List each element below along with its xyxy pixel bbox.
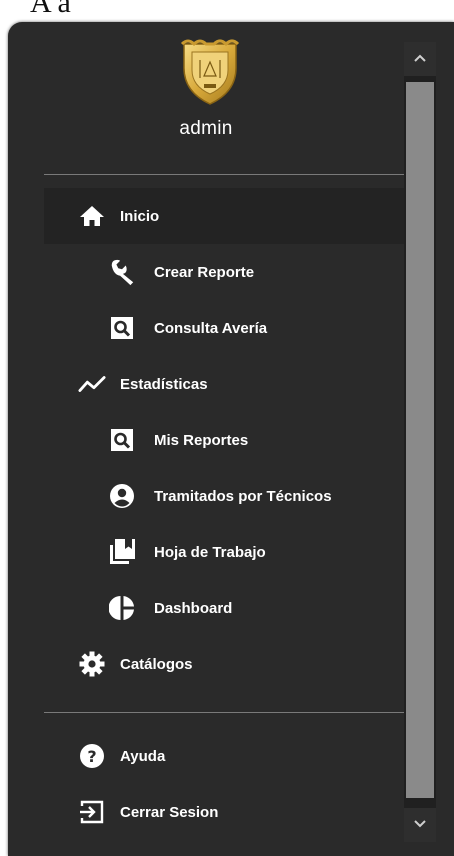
scroll-up-button[interactable] [404,42,436,76]
menu-item-label: Hoja de Trabajo [154,543,266,561]
logout-icon [78,798,106,826]
menu-item-cerrar-sesion[interactable]: Cerrar Sesion [44,784,404,840]
navigation-drawer: admin Inicio Crear Reporte Consulta Aver… [8,22,454,856]
menu-item-consulta-averia[interactable]: Consulta Avería [44,300,404,356]
username: admin [179,118,233,139]
scroll-down-button[interactable] [404,808,436,842]
background-title: A á [30,0,71,19]
menu-item-label: Consulta Avería [154,319,268,337]
menu-item-label: Mis Reportes [154,431,249,449]
menu-item-inicio[interactable]: Inicio [44,188,404,244]
home-icon [78,202,106,230]
menu-item-hoja-de-trabajo[interactable]: Hoja de Trabajo [44,524,404,580]
search-document-icon [108,426,136,454]
menu-item-estadisticas[interactable]: Estadísticas [44,356,404,412]
menu-item-mis-reportes[interactable]: Mis Reportes [44,412,404,468]
user-profile: admin [8,22,404,174]
chevron-up-icon [413,50,427,68]
help-circle-icon: ? [78,742,106,770]
profile-divider [44,174,404,175]
trend-line-icon [78,370,106,398]
menu-item-catalogos[interactable]: Catálogos [44,636,404,692]
library-bookmark-icon [108,538,136,566]
scrollbar-thumb[interactable] [406,82,434,798]
menu-item-label: Catálogos [120,655,193,673]
menu-item-label: Crear Reporte [154,263,255,281]
gear-icon [78,650,106,678]
footer-divider [44,712,404,713]
chevron-down-icon [413,816,427,834]
menu-item-label: Inicio [120,207,160,225]
wrench-icon [108,258,136,286]
police-badge-icon [180,39,240,105]
menu-item-tramitados-por-tecnicos[interactable]: Tramitados por Técnicos [44,468,404,524]
account-circle-icon [108,482,136,510]
menu-item-label: Cerrar Sesion [120,803,219,821]
menu-item-ayuda[interactable]: ? Ayuda [44,728,404,784]
menu-item-label: Ayuda [120,747,166,765]
menu-item-dashboard[interactable]: Dashboard [44,580,404,636]
pie-chart-icon [108,594,136,622]
menu-item-label: Estadísticas [120,375,208,393]
svg-text:?: ? [87,747,96,766]
menu-item-label: Tramitados por Técnicos [154,487,332,505]
menu-item-label: Dashboard [154,599,233,617]
search-document-icon [108,314,136,342]
menu-item-crear-reporte[interactable]: Crear Reporte [44,244,404,300]
scrollbar[interactable] [404,42,436,842]
